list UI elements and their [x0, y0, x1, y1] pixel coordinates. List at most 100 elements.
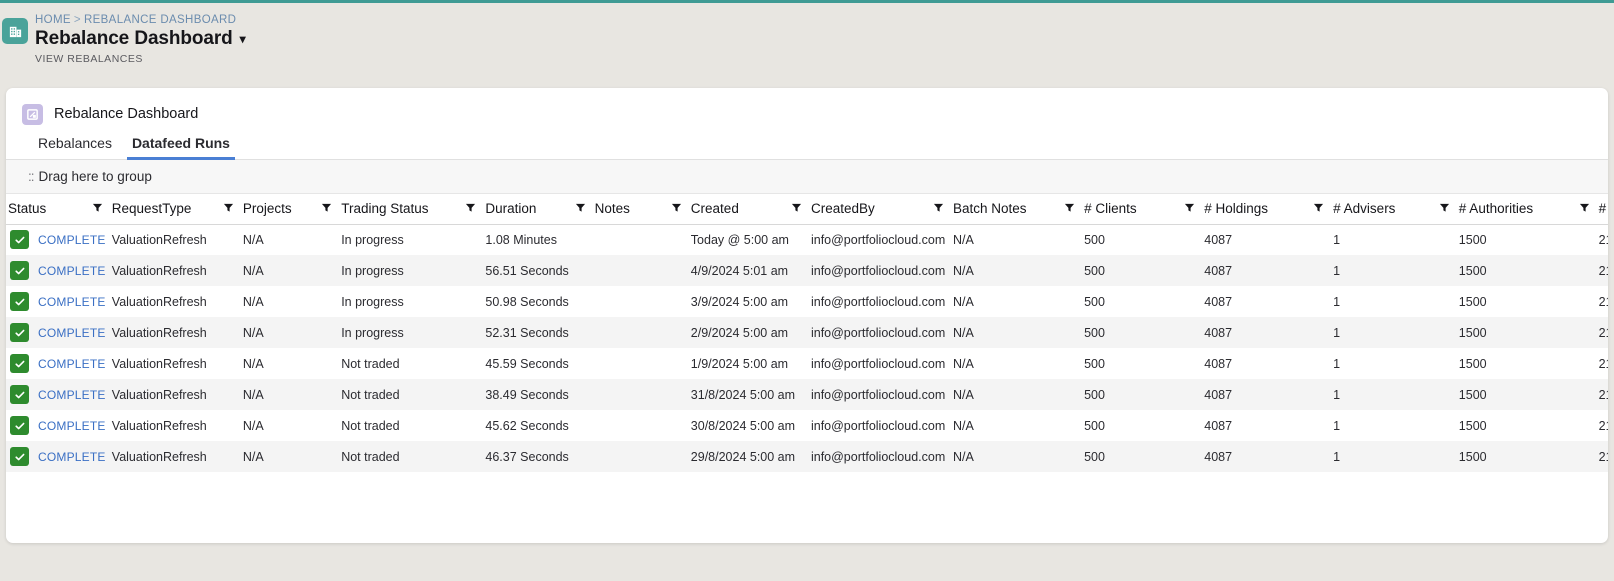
column-header-created[interactable]: Created — [688, 194, 809, 225]
cell-authorities: 1500 — [1457, 255, 1597, 286]
filter-funnel-icon[interactable] — [1573, 201, 1590, 216]
cell-projects: N/A — [241, 286, 339, 317]
table-row[interactable]: COMPLETE ValuationRefresh N/A In progress 56… — [6, 255, 1608, 286]
filter-funnel-icon[interactable] — [1178, 201, 1195, 216]
column-header-createdby[interactable]: CreatedBy — [808, 194, 951, 225]
cell-clients: 500 — [1082, 379, 1202, 410]
status-link[interactable]: COMPLETE — [38, 233, 106, 247]
cell-request-type: ValuationRefresh — [110, 410, 241, 441]
cell-batch-notes: N/A — [951, 255, 1082, 286]
status-link[interactable]: COMPLETE — [38, 450, 106, 464]
filter-funnel-icon[interactable] — [785, 201, 802, 216]
cell-value — [593, 295, 595, 309]
cell-value: 500 — [1084, 387, 1105, 402]
cell-value: ValuationRefresh — [111, 387, 207, 402]
table-row[interactable]: COMPLETE ValuationRefresh N/A Not traded 45.… — [6, 410, 1608, 441]
filter-funnel-icon[interactable] — [1433, 201, 1450, 216]
filter-funnel-icon[interactable] — [1058, 201, 1075, 216]
datafeed-runs-table: Status RequestType Projects Trading Status D… — [6, 194, 1608, 472]
column-header-label: Trading Status — [341, 201, 429, 217]
cell-value: 4087 — [1204, 387, 1233, 402]
tab-bar: Rebalances Datafeed Runs — [6, 128, 1608, 160]
breadcrumb-current[interactable]: REBALANCE DASHBOARD — [84, 14, 236, 26]
filter-funnel-icon[interactable] — [459, 201, 476, 216]
filter-funnel-icon[interactable] — [217, 201, 234, 216]
tab-rebalances[interactable]: Rebalances — [28, 135, 122, 159]
cell-value: 31/8/2024 5:00 am — [690, 387, 796, 402]
table-row[interactable]: COMPLETE ValuationRefresh N/A Not traded 45.… — [6, 348, 1608, 379]
table-row[interactable]: COMPLETE ValuationRefresh N/A Not traded 46.… — [6, 441, 1608, 472]
cell-value: info@portfoliocloud.com — [810, 263, 946, 278]
column-header-holdings[interactable]: # Holdings — [1202, 194, 1332, 225]
group-drop-area[interactable]: :: Drag here to group — [6, 160, 1608, 194]
column-header-trading-status[interactable]: Trading Status — [339, 194, 484, 225]
column-header-prices[interactable]: # Prices — [1596, 194, 1608, 225]
status-link[interactable]: COMPLETE — [38, 388, 106, 402]
cell-value: ValuationRefresh — [111, 294, 207, 309]
cell-authorities: 1500 — [1457, 317, 1597, 348]
cell-value: N/A — [952, 325, 974, 340]
cell-value: 4087 — [1204, 418, 1233, 433]
tab-datafeed-runs[interactable]: Datafeed Runs — [122, 135, 240, 160]
group-bar-label: Drag here to group — [38, 169, 152, 184]
cell-created: 4/9/2024 5:01 am — [689, 255, 809, 286]
column-header-batch-notes[interactable]: Batch Notes — [950, 194, 1083, 225]
filter-funnel-icon[interactable] — [665, 201, 682, 216]
cell-value: 21 — [1598, 418, 1608, 433]
status-link[interactable]: COMPLETE — [38, 419, 106, 433]
table-row[interactable]: COMPLETE ValuationRefresh N/A Not traded 38.… — [6, 379, 1608, 410]
cell-value: 1500 — [1458, 325, 1487, 340]
cell-value: 1.08 Minutes — [485, 232, 557, 247]
cell-value: 1 — [1333, 294, 1341, 309]
status-link[interactable]: COMPLETE — [38, 295, 106, 309]
cell-value: 1 — [1333, 232, 1341, 247]
filter-funnel-icon[interactable] — [1307, 201, 1324, 216]
column-header-status[interactable]: Status — [6, 194, 110, 225]
table-row[interactable]: COMPLETE ValuationRefresh N/A In progress 1.… — [6, 224, 1608, 255]
cell-created-by: info@portfoliocloud.com — [809, 348, 951, 379]
filter-funnel-icon[interactable] — [315, 201, 332, 216]
filter-funnel-icon[interactable] — [569, 201, 586, 216]
filter-funnel-icon[interactable] — [86, 201, 103, 216]
column-header-authorities[interactable]: # Authorities — [1456, 194, 1597, 225]
breadcrumb-home[interactable]: HOME — [35, 14, 71, 26]
table-row[interactable]: COMPLETE ValuationRefresh N/A In progress 50… — [6, 286, 1608, 317]
column-header-label: Notes — [594, 201, 630, 217]
cell-value: In progress — [341, 263, 404, 278]
filter-funnel-icon[interactable] — [927, 201, 944, 216]
cell-request-type: ValuationRefresh — [110, 317, 241, 348]
cell-value: N/A — [952, 263, 974, 278]
cell-batch-notes: N/A — [951, 224, 1082, 255]
status-link[interactable]: COMPLETE — [38, 326, 106, 340]
cell-value: N/A — [242, 325, 264, 340]
status-link[interactable]: COMPLETE — [38, 264, 106, 278]
cell-created: 30/8/2024 5:00 am — [689, 410, 809, 441]
table-row[interactable]: COMPLETE ValuationRefresh N/A In progress 52… — [6, 317, 1608, 348]
cell-prices: 21 — [1597, 441, 1608, 472]
column-header-advisers[interactable]: # Advisers — [1331, 194, 1457, 225]
dashboard-card-icon — [22, 103, 43, 125]
drag-handle-icon: :: — [28, 169, 34, 184]
chevron-down-icon[interactable]: ▾ — [240, 33, 246, 45]
cell-created: 1/9/2024 5:00 am — [689, 348, 809, 379]
column-header-projects[interactable]: Projects — [240, 194, 340, 225]
cell-created: 31/8/2024 5:00 am — [689, 379, 809, 410]
column-header-label: CreatedBy — [810, 201, 875, 217]
column-header-requesttype[interactable]: RequestType — [109, 194, 241, 225]
cell-value: 500 — [1084, 263, 1105, 278]
status-link[interactable]: COMPLETE — [38, 357, 106, 371]
cell-value — [593, 388, 595, 402]
column-header-label: # Prices — [1598, 201, 1608, 217]
column-header-duration[interactable]: Duration — [483, 194, 593, 225]
cell-value: 500 — [1084, 418, 1105, 433]
cell-holdings: 4087 — [1202, 286, 1331, 317]
cell-value: 50.98 Seconds — [485, 294, 569, 309]
cell-value: 4087 — [1204, 263, 1233, 278]
cell-prices: 21 — [1597, 348, 1608, 379]
cell-trading-status: In progress — [339, 286, 483, 317]
column-header-notes[interactable]: Notes — [592, 194, 689, 225]
cell-notes — [593, 317, 689, 348]
column-header-clients[interactable]: # Clients — [1082, 194, 1203, 225]
cell-value: 500 — [1084, 232, 1105, 247]
cell-value: ValuationRefresh — [111, 418, 207, 433]
